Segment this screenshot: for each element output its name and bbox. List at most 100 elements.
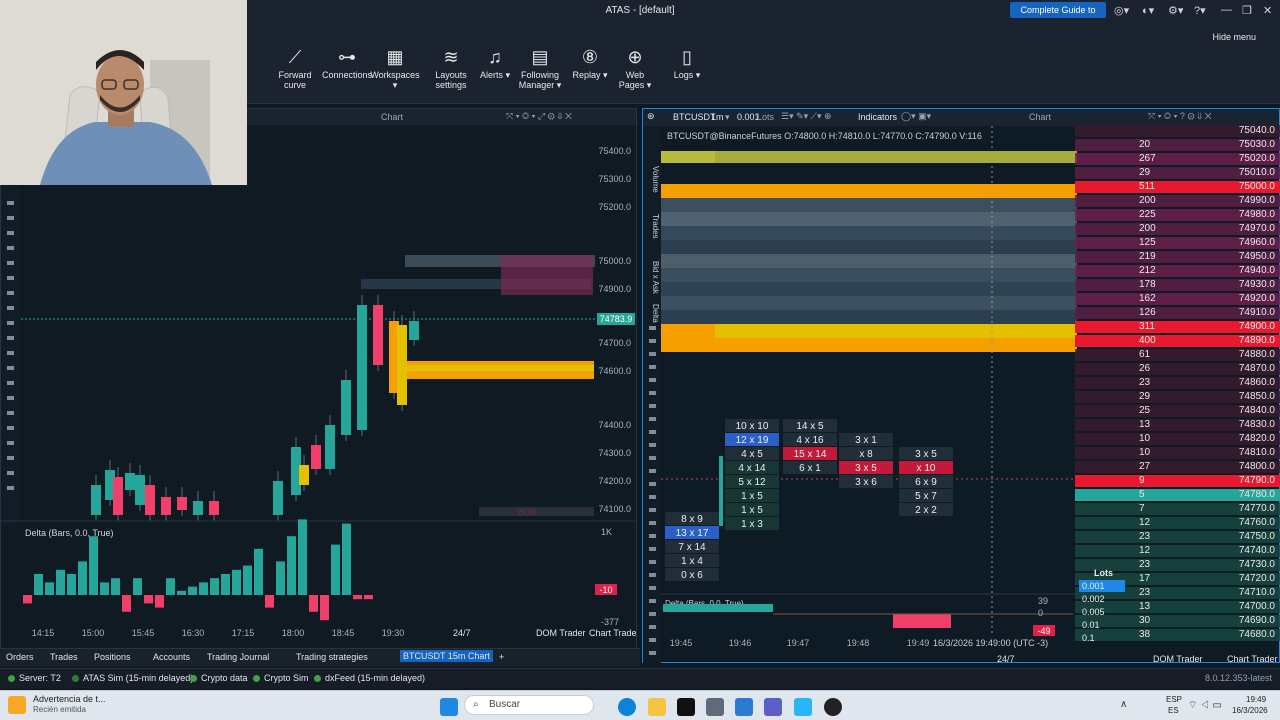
lots-option[interactable]: 0.005	[1079, 606, 1125, 618]
dom-row[interactable]: 13 74830.0	[1075, 418, 1280, 432]
toolbar-clipboard-button[interactable]: ▤ Following Manager ▾	[515, 44, 565, 90]
dom-row[interactable]: 178 74930.0	[1075, 278, 1280, 292]
drawing-tool-icon[interactable]	[7, 471, 14, 475]
drawing-tool-icon[interactable]	[649, 508, 656, 512]
dom-row[interactable]: 23 74750.0	[1075, 530, 1280, 544]
toolbar-workspaces-button[interactable]: ▦ Workspaces ▾	[370, 44, 420, 90]
tab-trades[interactable]: Trades	[50, 652, 78, 662]
notification-title[interactable]: Advertencia de t...	[33, 694, 106, 704]
dom-row[interactable]: 200 74970.0	[1075, 222, 1280, 236]
clock-time[interactable]: 19:49	[1246, 695, 1266, 704]
drawing-tool-icon[interactable]	[649, 560, 656, 564]
delta-bar[interactable]	[309, 595, 318, 612]
chart-trader-button[interactable]: Chart Trader	[1227, 654, 1278, 663]
dom-row[interactable]: 200 74990.0	[1075, 194, 1280, 208]
delta-bar[interactable]	[144, 595, 153, 604]
delta-bar[interactable]	[67, 574, 76, 595]
delta-bar[interactable]	[331, 544, 340, 595]
dom-row[interactable]: 125 74960.0	[1075, 236, 1280, 250]
app-icon[interactable]	[706, 698, 724, 716]
edge-browser-icon[interactable]	[618, 698, 636, 716]
drawing-tool-icon[interactable]	[649, 521, 656, 525]
candle-body[interactable]	[341, 380, 351, 435]
delta-bar[interactable]	[133, 578, 142, 595]
drawing-tool-icon[interactable]	[7, 351, 14, 355]
candle-body[interactable]	[161, 497, 171, 515]
close-icon[interactable]: ✕	[1263, 4, 1272, 17]
complete-guide-button[interactable]: Complete Guide to ATAS	[1010, 2, 1106, 31]
atas-taskbar-icon[interactable]	[794, 698, 812, 716]
dom-row[interactable]: 511 75000.0	[1075, 180, 1280, 194]
drawing-tool-icon[interactable]	[649, 651, 656, 655]
dom-row[interactable]: 23 74860.0	[1075, 376, 1280, 390]
delta-bar[interactable]	[188, 586, 197, 595]
lots-option[interactable]: 0.002	[1079, 593, 1125, 605]
candle-body[interactable]	[193, 501, 203, 515]
chart-tools-icons[interactable]: ☰▾ ✎▾ ⟋▾ ⊕	[781, 111, 832, 122]
drawing-tool-icon[interactable]	[649, 469, 656, 473]
dom-row[interactable]: 219 74950.0	[1075, 250, 1280, 264]
delta-bar[interactable]	[23, 595, 32, 604]
delta-bar[interactable]	[78, 561, 87, 595]
dom-row[interactable]: 29 74850.0	[1075, 390, 1280, 404]
delta-bar[interactable]	[287, 536, 296, 595]
session-selector[interactable]: 24/7	[997, 654, 1015, 663]
drawing-tool-icon[interactable]	[7, 216, 14, 220]
dom-row[interactable]: 311 74900.0	[1075, 320, 1280, 334]
dom-row[interactable]: 400 74890.0	[1075, 334, 1280, 348]
delta-bar[interactable]	[100, 582, 109, 595]
toolbar-bell-button[interactable]: ♫ Alerts ▾	[470, 44, 520, 80]
drawing-tool-icon[interactable]	[7, 276, 14, 280]
tab-trading-strategies[interactable]: Trading strategies	[296, 652, 368, 662]
candle-body[interactable]	[135, 475, 145, 505]
drawing-tool-icon[interactable]	[649, 586, 656, 590]
drawing-tool-icon[interactable]	[7, 366, 14, 370]
drawing-tool-icon[interactable]	[7, 486, 14, 490]
left-chart-canvas[interactable]: 75400.0 75300.0 75200.0 75000.0 74900.0 74700…	[1, 125, 636, 648]
drawing-tool-icon[interactable]	[649, 456, 656, 460]
tab-orders[interactable]: Orders	[6, 652, 34, 662]
language-primary[interactable]: ESP	[1166, 695, 1182, 704]
delta-bar[interactable]	[320, 595, 329, 621]
delta-bar[interactable]	[221, 574, 230, 595]
drawing-tool-icon[interactable]	[7, 321, 14, 325]
drawing-tool-icon[interactable]	[7, 231, 14, 235]
taskbar-search[interactable]: ⌕ Buscar	[464, 695, 594, 715]
side-panel-tab[interactable]: Delta	[651, 304, 660, 323]
delta-bar[interactable]	[342, 523, 351, 595]
drawing-tool-icon[interactable]	[649, 612, 656, 616]
teams-icon[interactable]	[764, 698, 782, 716]
drawing-tool-icon[interactable]	[649, 482, 656, 486]
candle-body[interactable]	[209, 501, 219, 515]
drawing-tool-icon[interactable]	[649, 534, 656, 538]
dom-row[interactable]: 126 74910.0	[1075, 306, 1280, 320]
drawing-tool-icon[interactable]	[7, 201, 14, 205]
dom-row[interactable]: 9 74790.0	[1075, 474, 1280, 488]
dom-row[interactable]: 267 75020.0	[1075, 152, 1280, 166]
side-panel-tab[interactable]: Trades	[651, 214, 660, 239]
delta-bar[interactable]	[353, 595, 362, 600]
delta-bar[interactable]	[122, 595, 131, 612]
dom-row[interactable]: 5 74780.0	[1075, 488, 1280, 502]
timeframe-selector[interactable]: 1m	[711, 112, 724, 122]
candle-body[interactable]	[325, 425, 335, 469]
drawing-tool-icon[interactable]	[649, 599, 656, 603]
dom-row[interactable]: 27 74800.0	[1075, 460, 1280, 474]
delta-bar[interactable]	[298, 519, 307, 595]
tray-chevron-icon[interactable]: ∧	[1120, 699, 1127, 710]
chevron-down-icon[interactable]: ▾	[725, 112, 730, 123]
dom-row[interactable]: 26 74870.0	[1075, 362, 1280, 376]
drawing-tool-icon[interactable]	[649, 365, 656, 369]
network-volume-icons[interactable]: ⌔ ◁ ▭	[1188, 699, 1222, 712]
toolbar-globe-button[interactable]: ⊕ Web Pages ▾	[610, 44, 660, 90]
delta-bar[interactable]	[243, 565, 252, 595]
drawing-tool-icon[interactable]	[649, 378, 656, 382]
drawing-tool-icon[interactable]	[649, 417, 656, 421]
candle-body[interactable]	[125, 473, 135, 490]
dom-row[interactable]: 25 74840.0	[1075, 404, 1280, 418]
candle-body[interactable]	[113, 477, 123, 515]
symbol-selector[interactable]: BTCUSDT	[673, 112, 716, 122]
delta-bar[interactable]	[254, 548, 263, 595]
delta-bar[interactable]	[89, 536, 98, 595]
lots-option[interactable]: 0.001	[1079, 580, 1125, 592]
